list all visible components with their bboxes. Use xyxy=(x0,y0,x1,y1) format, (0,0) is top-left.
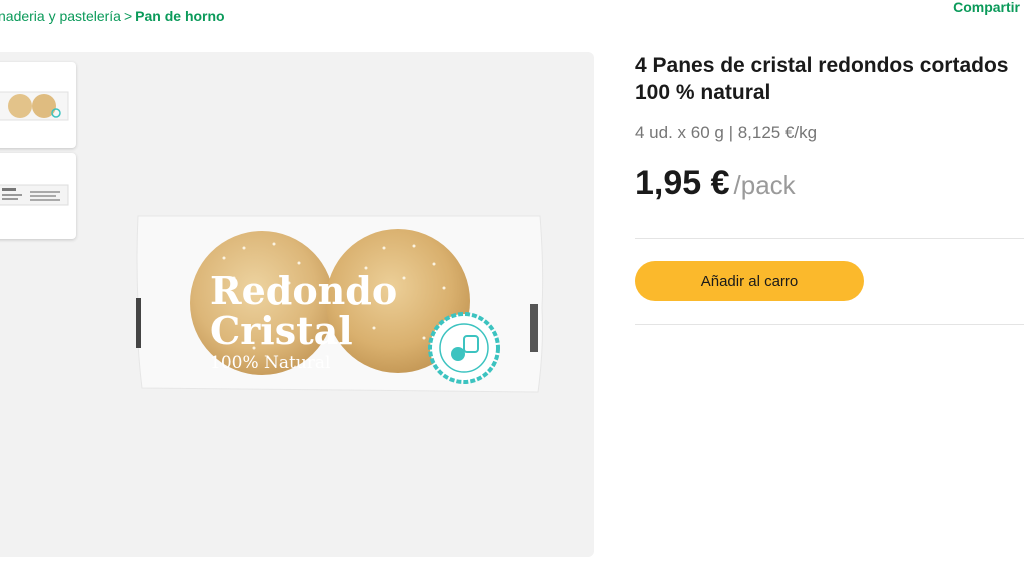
breadcrumb-parent-link[interactable]: naderia y pastelería xyxy=(0,8,121,24)
share-link[interactable]: Compartir xyxy=(953,0,1020,15)
unit-info: 4 ud. x 60 g | 8,125 €/kg xyxy=(635,123,818,142)
package-brand-line2: Cristal xyxy=(210,308,353,353)
price-unit: /pack xyxy=(733,170,796,200)
package-tagline: 100% Natural xyxy=(210,353,331,373)
product-title-line2: 100 % natural xyxy=(635,81,771,104)
thumbnail-back-image xyxy=(0,184,69,206)
product-main-image: Redondo Cristal 100% Natural xyxy=(134,208,554,403)
thumbnail-front[interactable] xyxy=(0,62,76,148)
divider xyxy=(635,324,1024,325)
breadcrumb: naderia y pastelería > Pan de horno xyxy=(0,8,225,24)
price: 1,95 € xyxy=(635,164,730,202)
breadcrumb-current[interactable]: Pan de horno xyxy=(135,8,224,24)
package-brand-line1: Redondo xyxy=(210,268,397,313)
breadcrumb-separator: > xyxy=(123,8,133,24)
product-title-line1: 4 Panes de cristal redondos cortados xyxy=(635,54,1009,77)
product-title: 4 Panes de cristal redondos cortados 100… xyxy=(635,52,1024,106)
divider xyxy=(635,238,1024,239)
add-to-cart-button[interactable]: Añadir al carro xyxy=(635,261,864,301)
thumbnail-front-image xyxy=(0,91,69,121)
price-row: 1,95 €/pack xyxy=(635,164,796,203)
thumbnail-back[interactable] xyxy=(0,153,76,239)
toast-seal-icon xyxy=(428,312,500,384)
